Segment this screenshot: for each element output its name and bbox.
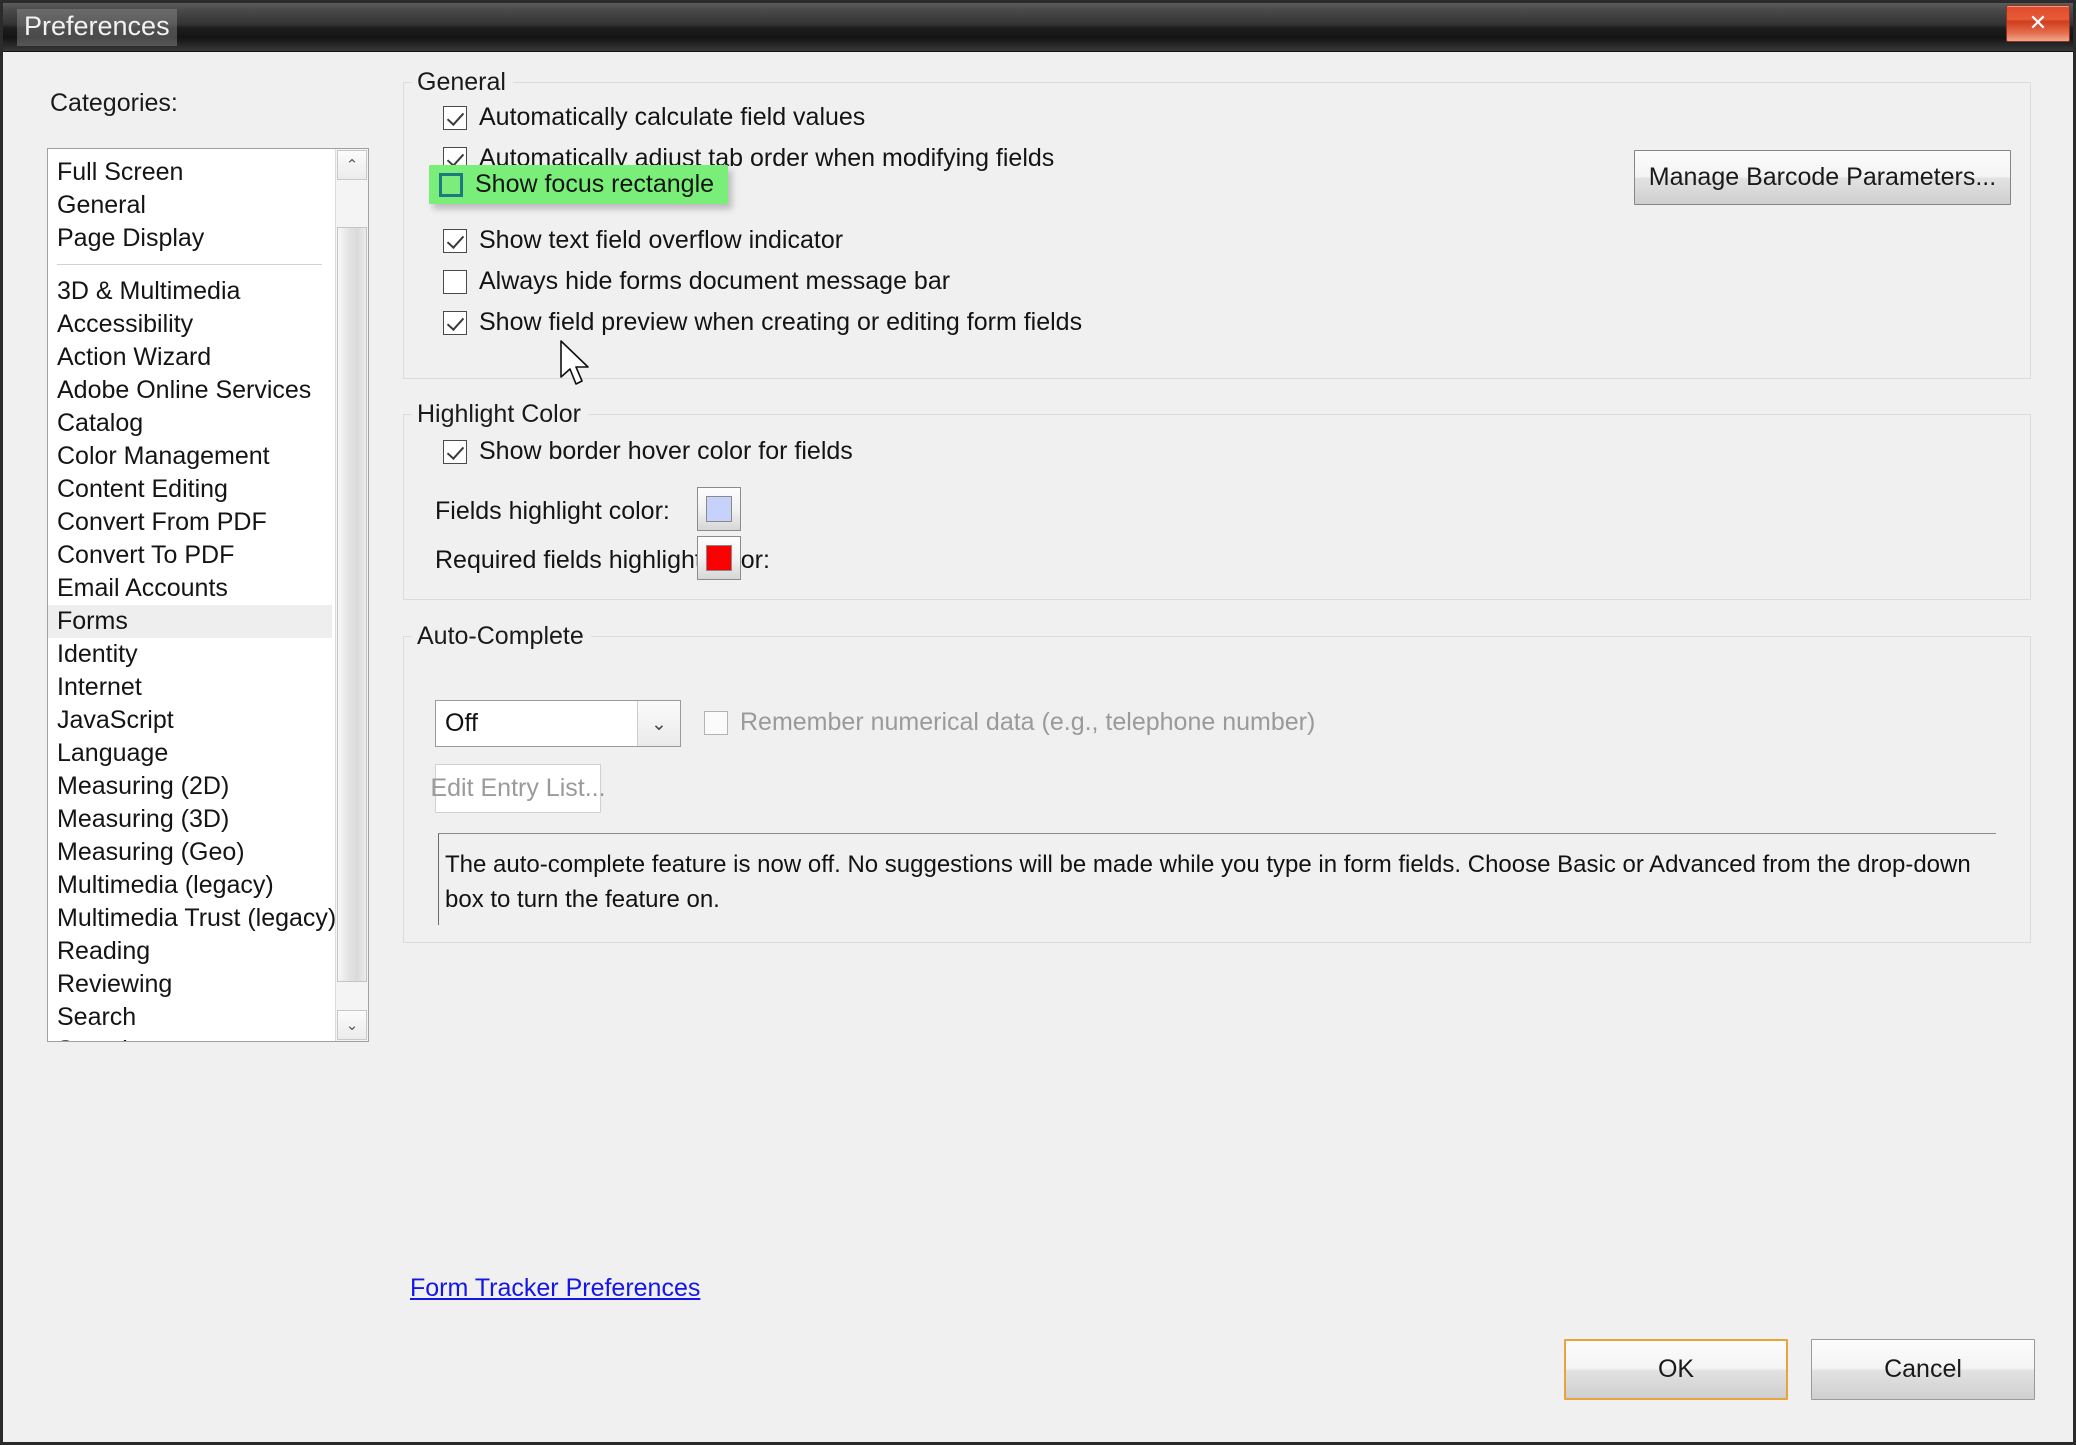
- sidebar-item-color-management[interactable]: Color Management: [48, 440, 332, 473]
- sidebar-item-internet[interactable]: Internet: [48, 671, 332, 704]
- checkbox-show-field-preview[interactable]: Show field preview when creating or edit…: [443, 308, 1082, 337]
- checkbox-label: Remember numerical data (e.g., telephone…: [740, 708, 1316, 736]
- scrollbar-thumb[interactable]: [337, 227, 367, 982]
- checkbox-label: Automatically calculate field values: [479, 103, 866, 131]
- sidebar-item-convert-from-pdf[interactable]: Convert From PDF: [48, 506, 332, 539]
- sidebar-item-forms[interactable]: Forms: [48, 605, 332, 638]
- color-swatch-icon: [706, 496, 732, 522]
- checkbox-icon: [443, 439, 467, 464]
- categories-label: Categories:: [50, 89, 178, 117]
- sidebar-item-adobe-online-services[interactable]: Adobe Online Services: [48, 374, 332, 407]
- sidebar-item-measuring-2d[interactable]: Measuring (2D): [48, 770, 332, 803]
- sidebar-item-identity[interactable]: Identity: [48, 638, 332, 671]
- cancel-button[interactable]: Cancel: [1811, 1339, 2035, 1400]
- general-group-title: General: [412, 66, 513, 98]
- checkbox-icon: [443, 105, 467, 130]
- checkbox-text-field-overflow[interactable]: Show text field overflow indicator: [443, 226, 843, 255]
- scroll-down-button[interactable]: ⌄: [337, 1010, 367, 1040]
- sidebar-item-measuring-3d[interactable]: Measuring (3D): [48, 803, 332, 836]
- sidebar-item-multimedia-trust-legacy[interactable]: Multimedia Trust (legacy): [48, 902, 336, 935]
- fields-highlight-color-swatch[interactable]: [697, 487, 741, 531]
- manage-barcode-parameters-button[interactable]: Manage Barcode Parameters...: [1634, 150, 2011, 205]
- title-bar: Preferences ✕: [3, 3, 2073, 52]
- highlight-color-group: Highlight Color Show border hover color …: [403, 398, 2031, 600]
- sidebar-item-search[interactable]: Search: [48, 1001, 332, 1034]
- sidebar-item-general[interactable]: General: [48, 189, 332, 222]
- checkbox-icon: [443, 269, 467, 294]
- general-group: General Automatically calculate field va…: [403, 66, 2031, 379]
- checkbox-auto-calculate[interactable]: Automatically calculate field values: [443, 103, 865, 132]
- sidebar-item-accessibility[interactable]: Accessibility: [48, 308, 332, 341]
- sidebar-item-email-accounts[interactable]: Email Accounts: [48, 572, 332, 605]
- color-swatch-icon: [706, 545, 732, 571]
- chevron-up-icon: ⌃: [345, 156, 359, 174]
- window-title: Preferences: [17, 9, 177, 46]
- sidebar-item-action-wizard[interactable]: Action Wizard: [48, 341, 332, 374]
- checkbox-icon: [704, 710, 728, 735]
- checkbox-icon: [443, 310, 467, 335]
- scroll-up-button[interactable]: ⌃: [337, 150, 367, 180]
- checkbox-icon: [443, 228, 467, 253]
- checkbox-always-hide-message-bar[interactable]: Always hide forms document message bar: [443, 267, 950, 296]
- sidebar-item-content-editing[interactable]: Content Editing: [48, 473, 332, 506]
- sidebar-separator: [57, 264, 322, 265]
- dialog-body: Categories: Full Screen General Page Dis…: [3, 52, 2073, 1442]
- checkbox-label: Show border hover color for fields: [479, 437, 853, 465]
- chevron-down-icon[interactable]: ⌄: [637, 701, 680, 746]
- sidebar-item-multimedia-legacy[interactable]: Multimedia (legacy): [48, 869, 332, 902]
- auto-complete-select[interactable]: Off ⌄: [435, 700, 681, 747]
- checkbox-label: Always hide forms document message bar: [479, 267, 951, 295]
- auto-complete-select-value: Off: [445, 709, 478, 737]
- sidebar-item-full-screen[interactable]: Full Screen: [48, 156, 332, 189]
- checkbox-icon: [439, 172, 463, 197]
- sidebar-item-convert-to-pdf[interactable]: Convert To PDF: [48, 539, 332, 572]
- checkbox-label: Show field preview when creating or edit…: [479, 308, 1083, 336]
- close-icon: ✕: [2028, 10, 2048, 36]
- form-tracker-preferences-link[interactable]: Form Tracker Preferences: [410, 1274, 700, 1303]
- sidebar-item-javascript[interactable]: JavaScript: [48, 704, 332, 737]
- checkbox-label: Show focus rectangle: [475, 170, 715, 198]
- sidebar-item-measuring-geo[interactable]: Measuring (Geo): [48, 836, 332, 869]
- checkbox-show-focus-rectangle[interactable]: Show focus rectangle: [429, 165, 729, 204]
- ok-button[interactable]: OK: [1564, 1339, 1788, 1400]
- auto-complete-group: Auto-Complete Off ⌄ Remember numerical d…: [403, 620, 2031, 943]
- fields-highlight-color-label: Fields highlight color:: [435, 497, 670, 525]
- categories-scrollbar[interactable]: ⌃ ⌄: [335, 149, 368, 1041]
- sidebar-item-catalog[interactable]: Catalog: [48, 407, 332, 440]
- sidebar-item-language[interactable]: Language: [48, 737, 332, 770]
- highlight-color-group-title: Highlight Color: [412, 398, 588, 430]
- checkbox-label: Show text field overflow indicator: [479, 226, 844, 254]
- preferences-dialog: Preferences ✕ Categories: Full Screen Ge…: [0, 0, 2076, 1445]
- categories-listbox[interactable]: Full Screen General Page Display 3D & Mu…: [47, 148, 369, 1042]
- categories-list: Full Screen General Page Display 3D & Mu…: [48, 149, 336, 1041]
- auto-complete-group-title: Auto-Complete: [412, 620, 591, 652]
- checkbox-remember-numerical-data[interactable]: Remember numerical data (e.g., telephone…: [704, 708, 1315, 737]
- sidebar-item-reading[interactable]: Reading: [48, 935, 332, 968]
- checkbox-show-border-hover-color[interactable]: Show border hover color for fields: [443, 437, 853, 466]
- required-fields-highlight-color-swatch[interactable]: [697, 536, 741, 580]
- auto-complete-info-text: The auto-complete feature is now off. No…: [438, 833, 1996, 925]
- chevron-down-icon: ⌄: [345, 1016, 359, 1034]
- close-button[interactable]: ✕: [2006, 5, 2070, 42]
- sidebar-item-page-display[interactable]: Page Display: [48, 222, 332, 255]
- sidebar-item-security[interactable]: Security: [48, 1034, 332, 1041]
- preferences-content: General Automatically calculate field va…: [403, 66, 2031, 943]
- sidebar-item-3d-multimedia[interactable]: 3D & Multimedia: [48, 275, 332, 308]
- edit-entry-list-button[interactable]: Edit Entry List...: [430, 764, 606, 813]
- sidebar-item-reviewing[interactable]: Reviewing: [48, 968, 332, 1001]
